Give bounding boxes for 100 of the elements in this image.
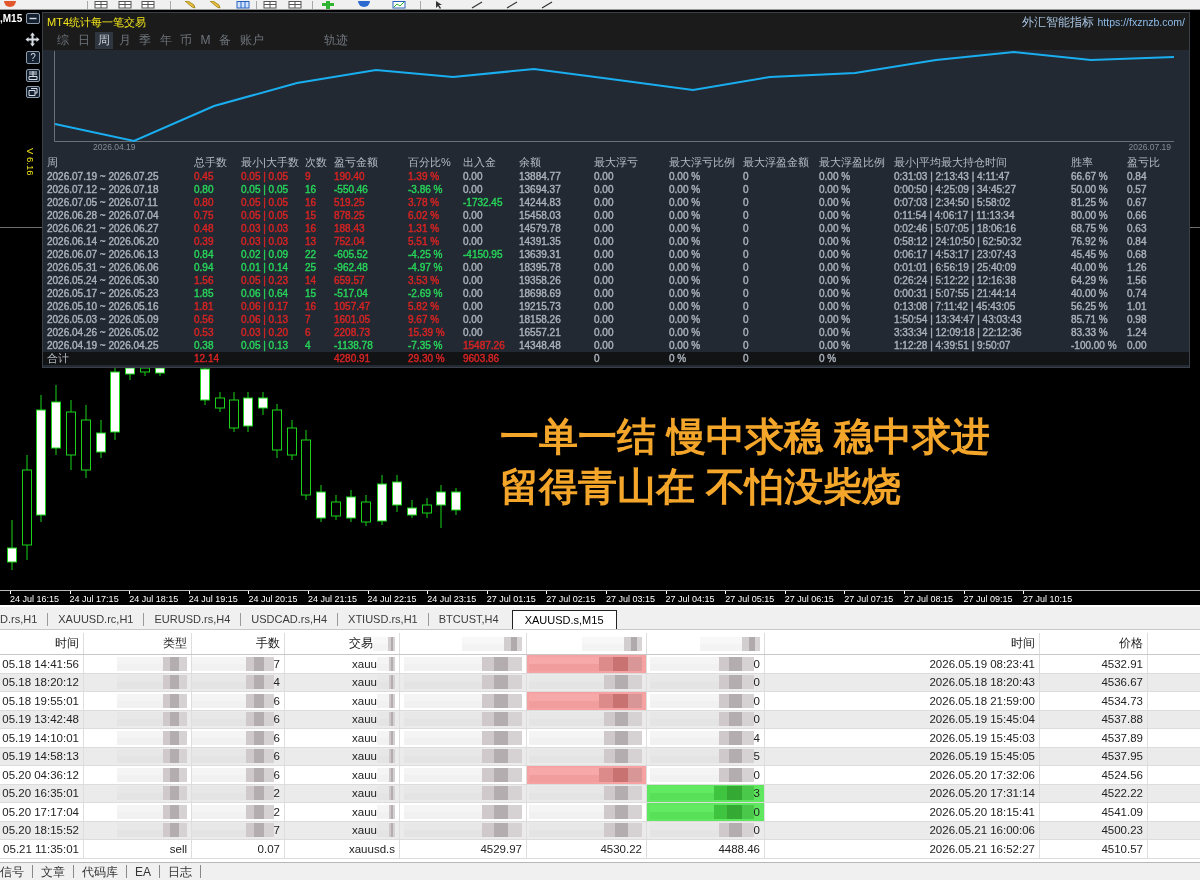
table-cell-text: 1.01	[1127, 300, 1148, 313]
view-tab[interactable]: 年	[156, 32, 175, 49]
cell-value: xauu	[352, 768, 377, 781]
grid-icon[interactable]	[26, 69, 40, 82]
table-cell: 4532.91	[1040, 655, 1148, 673]
chart-tab[interactable]: XAUUSD.rc,H1	[48, 610, 144, 629]
cell-value: 0	[753, 676, 760, 689]
website-link[interactable]: https://fxznzb.com/	[1097, 16, 1185, 28]
terminal-tab[interactable]: 日志	[160, 863, 200, 880]
chart-tab[interactable]: XAUUSD.s,M15	[511, 610, 617, 629]
table-cell-text: 56.25 %	[1071, 300, 1109, 313]
column-header: 总手数	[194, 155, 228, 170]
table-cell-text: 0.57	[1127, 183, 1148, 196]
line-icon[interactable]	[540, 1, 554, 9]
line-icon[interactable]	[505, 1, 519, 9]
table-cell-text: 0.00	[463, 209, 484, 222]
chart-tab[interactable]: EURUSD.rs,H4	[144, 610, 241, 629]
view-tab[interactable]: 日	[74, 32, 93, 49]
table-cell-text: 0 %	[819, 352, 838, 365]
semicircle-icon[interactable]	[3, 1, 17, 9]
window-icon[interactable]	[141, 1, 155, 9]
help-button[interactable]: ?	[26, 51, 40, 64]
table-cell-text: 0.05 | 0.05	[241, 209, 290, 222]
chart-tab[interactable]: XTIUSD.rs,H1	[338, 610, 428, 629]
table-cell-text: 0.84	[1127, 235, 1148, 248]
chart-tab[interactable]: BTCUST,H4	[428, 610, 509, 629]
terminal-tab[interactable]: 文章	[33, 863, 73, 880]
cell-value: xauu	[352, 787, 377, 800]
time-axis-label: 27 Jul 01:15	[486, 591, 547, 605]
cell-value: xauu	[352, 731, 377, 744]
view-tab[interactable]: 季	[136, 32, 154, 49]
table-cell-text: 0.05 | 0.05	[241, 170, 290, 183]
table-cell-text: 2026.04.19 ~ 2026.04.25	[47, 339, 160, 352]
table-cell-text: 0.00	[594, 248, 615, 261]
table-cell: 4537.95	[1040, 747, 1148, 765]
table-cell: xauusd.s	[285, 840, 400, 858]
time-axis-label: 27 Jul 06:15	[784, 591, 845, 605]
view-tab[interactable]: M	[197, 32, 214, 49]
table-cell-text: 2026.05.24 ~ 2026.05.30	[47, 274, 160, 287]
window-icon[interactable]	[118, 1, 132, 9]
pixelated-block	[377, 712, 395, 727]
chart-tab[interactable]: D.rs,H1	[0, 610, 48, 629]
cell-value: 6	[273, 768, 280, 781]
table-cell-text: 2208.73	[334, 326, 372, 339]
window-icon[interactable]	[288, 1, 302, 9]
table-cell-text: 15458.03	[519, 209, 562, 222]
terminal-tab[interactable]: 信号	[0, 863, 32, 880]
pixelated-block	[377, 786, 395, 801]
table-cell: 05.20 04:36:12	[0, 766, 84, 784]
table-cell-text: 0	[594, 352, 601, 365]
table-cell: 2026.05.20 17:31:14	[765, 784, 1040, 802]
table-cell-text: 40.00 %	[1071, 287, 1109, 300]
line-icon[interactable]	[470, 1, 484, 9]
move-icon[interactable]	[25, 32, 40, 47]
column-header: 最大浮盈比例	[819, 155, 886, 170]
table-cell-text: 3.53 %	[408, 274, 441, 287]
view-tab[interactable]: 轨迹	[321, 32, 351, 49]
view-tab[interactable]: 账户	[236, 32, 267, 49]
minimize-icon[interactable]	[26, 13, 40, 24]
column-header: 最大浮盈金额	[743, 155, 810, 170]
window-icon[interactable]	[263, 1, 277, 9]
chart-icon[interactable]	[392, 1, 406, 9]
restore-icon[interactable]	[26, 86, 40, 98]
terminal-tab[interactable]: 代码库	[74, 863, 126, 880]
table-cell-text: 0	[743, 287, 750, 300]
terminal-tab[interactable]: EA	[127, 863, 159, 880]
table-cell-text: 0.80	[194, 183, 215, 196]
table-cell-text: 0.00 %	[669, 300, 702, 313]
table-cell: 2026.05.18 21:59:00	[765, 692, 1040, 710]
view-tab[interactable]: 币	[177, 32, 195, 49]
view-tab[interactable]: 备	[216, 32, 234, 49]
table-cell-text: 3.78 %	[408, 196, 441, 209]
cell-value: xauu	[352, 750, 377, 763]
table-cell-text: 0	[743, 183, 750, 196]
table-cell-text: 4	[305, 339, 312, 352]
table-cell-text: 1.81	[194, 300, 215, 313]
table-cell-text: 14244.83	[519, 196, 562, 209]
table-cell-text: 0.00	[594, 261, 615, 274]
semicircle-icon[interactable]	[357, 1, 371, 9]
window-icon[interactable]	[94, 1, 108, 9]
cell-value: 7	[273, 657, 280, 670]
table-cell-text: 2026.06.21 ~ 2026.06.27	[47, 222, 160, 235]
view-tab[interactable]: 周	[95, 32, 113, 49]
table-cell-text: 6	[305, 326, 312, 339]
table-cell-text: 0	[743, 196, 750, 209]
axis-label: 2026.07.19	[1128, 143, 1171, 152]
table-cell-text: 0.00	[463, 313, 484, 326]
table-cell-text: 0.00	[463, 326, 484, 339]
table-cell-text: 0.74	[1127, 287, 1148, 300]
view-tab[interactable]: 综	[54, 32, 72, 49]
table-cell-text: 9.67 %	[408, 313, 441, 326]
chart-tab[interactable]: USDCAD.rs,H4	[241, 610, 338, 629]
table-cell-text: 2026.05.10 ~ 2026.05.16	[47, 300, 160, 313]
column-header: 盈亏金额	[334, 155, 379, 170]
table-cell-text: 0.00	[463, 235, 484, 248]
table-cell-text: 0.00 %	[669, 183, 702, 196]
table-cell-text: 1.26	[1127, 261, 1148, 274]
view-tab[interactable]: 月	[115, 32, 134, 49]
table-cell-text: 18698.69	[519, 287, 562, 300]
table-cell-text: 1.24	[1127, 326, 1148, 339]
